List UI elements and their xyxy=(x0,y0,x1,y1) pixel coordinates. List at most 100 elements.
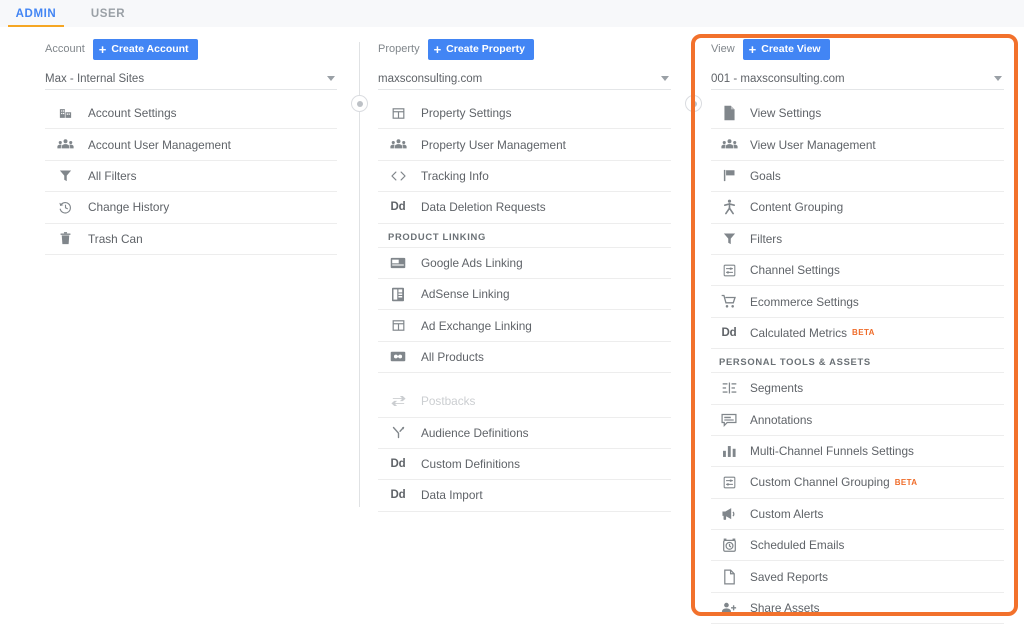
tab-user[interactable]: USER xyxy=(72,0,144,27)
flag-icon xyxy=(719,166,739,186)
property-item-audience-definitions[interactable]: Audience Definitions xyxy=(378,418,671,449)
property-selector[interactable]: maxsconsulting.com xyxy=(378,68,671,90)
account-column-label: Account xyxy=(45,43,85,55)
property-view-connector-knob[interactable] xyxy=(685,95,702,112)
view-selector-value: 001 - maxsconsulting.com xyxy=(711,72,845,85)
view-item-ecommerce-settings[interactable]: Ecommerce Settings xyxy=(711,286,1004,318)
ad-exchange-icon xyxy=(388,316,408,336)
account-item-trash-can[interactable]: Trash Can xyxy=(45,224,337,255)
view-item-saved-reports[interactable]: Saved Reports xyxy=(711,561,1004,593)
view-item-custom-channel-grouping[interactable]: Custom Channel Grouping BETA xyxy=(711,467,1004,499)
property-selector-value: maxsconsulting.com xyxy=(378,72,483,85)
view-item-scheduled-emails[interactable]: Scheduled Emails xyxy=(711,530,1004,562)
people-icon xyxy=(719,135,739,155)
all-products-icon xyxy=(388,347,408,367)
property-item-label: Custom Definitions xyxy=(421,457,521,472)
person-add-icon xyxy=(719,598,739,618)
view-item-view-user-management[interactable]: View User Management xyxy=(711,129,1004,161)
megaphone-icon xyxy=(719,504,739,524)
property-item-all-products[interactable]: All Products xyxy=(378,342,671,374)
view-item-label: Custom Alerts xyxy=(750,506,824,521)
property-item-adsense-linking[interactable]: AdSense Linking xyxy=(378,279,671,311)
document-icon xyxy=(719,103,739,123)
people-icon xyxy=(388,135,408,155)
property-item-custom-definitions[interactable]: Dd Custom Definitions xyxy=(378,449,671,481)
view-selector[interactable]: 001 - maxsconsulting.com xyxy=(711,68,1004,90)
property-item-label: All Products xyxy=(421,349,484,364)
view-item-content-grouping[interactable]: Content Grouping xyxy=(711,192,1004,224)
view-item-multi-channel-funnels-settings[interactable]: Multi-Channel Funnels Settings xyxy=(711,436,1004,468)
create-property-button[interactable]: + Create Property xyxy=(427,38,534,60)
view-item-label: Annotations xyxy=(750,412,813,427)
section-personal-tools: PERSONAL TOOLS & ASSETS xyxy=(711,351,1004,374)
property-item-property-settings[interactable]: Property Settings xyxy=(378,98,671,130)
tab-admin[interactable]: ADMIN xyxy=(0,0,72,27)
property-item-label: Postbacks xyxy=(421,394,476,409)
beta-badge: BETA xyxy=(894,477,918,487)
account-item-account-settings[interactable]: Account Settings xyxy=(45,98,337,130)
google-ads-icon xyxy=(388,253,408,273)
property-item-label: Property Settings xyxy=(421,106,512,121)
section-product-linking-label: PRODUCT LINKING xyxy=(388,230,486,242)
property-item-label: Data Deletion Requests xyxy=(421,200,546,215)
account-item-account-user-management[interactable]: Account User Management xyxy=(45,129,337,161)
property-item-data-deletion-requests[interactable]: Dd Data Deletion Requests xyxy=(378,192,671,224)
audience-icon xyxy=(388,423,408,443)
view-item-segments[interactable]: Segments xyxy=(711,373,1004,405)
channel-settings-icon xyxy=(719,260,739,280)
postbacks-icon xyxy=(388,391,408,411)
view-item-filters[interactable]: Filters xyxy=(711,224,1004,255)
account-menu-items: Account Settings Account User Management… xyxy=(45,98,337,255)
view-item-share-assets[interactable]: Share Assets xyxy=(711,593,1004,625)
account-item-change-history[interactable]: Change History xyxy=(45,192,337,224)
section-product-linking: PRODUCT LINKING xyxy=(378,226,671,248)
property-item-tracking-info[interactable]: Tracking Info xyxy=(378,161,671,193)
account-selector[interactable]: Max - Internal Sites xyxy=(45,68,337,90)
view-item-label: Saved Reports xyxy=(750,569,829,584)
view-item-goals[interactable]: Goals xyxy=(711,161,1004,193)
property-item-postbacks[interactable]: Postbacks xyxy=(378,386,671,418)
view-column-header: View + Create View xyxy=(711,38,1004,60)
property-item-google-ads-linking[interactable]: Google Ads Linking xyxy=(378,248,671,279)
trash-icon xyxy=(55,229,75,249)
view-column: View + Create View 001 - maxsconsulting.… xyxy=(711,38,1004,625)
view-item-label: Segments xyxy=(750,381,804,396)
view-item-label: Filters xyxy=(750,231,783,246)
page-icon xyxy=(719,567,739,587)
property-menu-items: Property Settings Property User Manageme… xyxy=(378,98,671,512)
create-view-label: Create View xyxy=(761,42,821,55)
account-property-connector-knob[interactable] xyxy=(351,95,368,112)
view-item-label: Scheduled Emails xyxy=(750,538,845,553)
history-icon xyxy=(55,197,75,217)
building-icon xyxy=(55,103,75,123)
annotation-icon xyxy=(719,410,739,430)
view-item-label: Goals xyxy=(750,168,781,183)
account-column: Account + Create Account Max - Internal … xyxy=(45,38,337,255)
chevron-down-icon xyxy=(994,76,1002,81)
dd-icon: Dd xyxy=(390,489,406,502)
account-item-all-filters[interactable]: All Filters xyxy=(45,161,337,193)
property-item-property-user-management[interactable]: Property User Management xyxy=(378,129,671,161)
property-item-ad-exchange-linking[interactable]: Ad Exchange Linking xyxy=(378,310,671,342)
plus-icon: + xyxy=(433,41,442,57)
view-item-annotations[interactable]: Annotations xyxy=(711,405,1004,436)
view-item-label: Custom Channel Grouping xyxy=(750,475,890,490)
property-item-label: Property User Management xyxy=(421,137,566,152)
channel-settings-icon xyxy=(719,472,739,492)
view-item-custom-alerts[interactable]: Custom Alerts xyxy=(711,499,1004,531)
funnel-icon xyxy=(55,166,75,186)
funnel-icon xyxy=(719,229,739,249)
view-item-view-settings[interactable]: View Settings xyxy=(711,98,1004,130)
admin-user-tabs: ADMIN USER xyxy=(0,0,144,27)
property-item-data-import[interactable]: Dd Data Import xyxy=(378,480,671,512)
chevron-down-icon xyxy=(327,76,335,81)
bar-chart-icon xyxy=(719,441,739,461)
view-item-calculated-metrics[interactable]: Dd Calculated Metrics BETA xyxy=(711,318,1004,350)
account-selector-value: Max - Internal Sites xyxy=(45,72,145,85)
view-item-label: Ecommerce Settings xyxy=(750,294,859,309)
create-account-button[interactable]: + Create Account xyxy=(92,38,198,60)
view-item-label: View User Management xyxy=(750,137,876,152)
create-view-button[interactable]: + Create View xyxy=(742,38,830,60)
dd-icon: Dd xyxy=(721,326,737,339)
view-item-channel-settings[interactable]: Channel Settings xyxy=(711,255,1004,287)
